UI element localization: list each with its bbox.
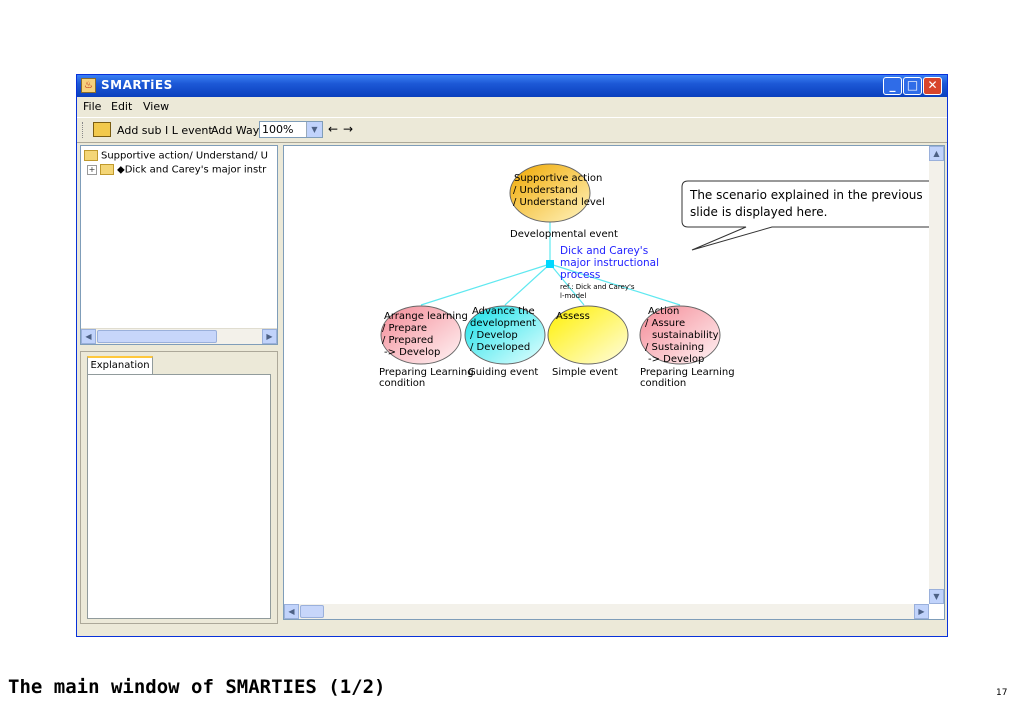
node-top-text: Supportive action / Understand / Underst… [513, 173, 606, 208]
toolbar: Add sub I L event Add Way 100% ▼ ← → [77, 117, 947, 143]
scroll-right-icon[interactable]: ▶ [914, 604, 929, 619]
scroll-down-icon[interactable]: ▼ [929, 589, 944, 604]
folder-icon [84, 150, 98, 161]
explanation-area[interactable] [87, 374, 271, 619]
tree-item-root[interactable]: Supportive action/ Understand/ U [84, 150, 268, 162]
link-hub-child1 [420, 263, 551, 306]
window-title: SMARTiES [101, 78, 173, 92]
hub-label: Dick and Carey's major instructional pro… [560, 245, 662, 281]
explanation-panel: Explanation [80, 351, 278, 624]
node-action-assure-caption: Preparing Learning condition [640, 367, 738, 389]
menu-edit[interactable]: Edit [111, 100, 132, 113]
toolbar-grip[interactable] [82, 122, 85, 138]
minimize-button[interactable]: _ [883, 77, 902, 95]
canvas-vertical-scrollbar[interactable]: ▲ ▼ [929, 146, 944, 604]
chevron-down-icon[interactable]: ▼ [306, 122, 322, 137]
tab-explanation[interactable]: Explanation [87, 356, 153, 374]
tree-item-child[interactable]: + ◆Dick and Carey's major instr [87, 164, 266, 176]
slide-caption: The main window of SMARTIES (1/2) [8, 676, 386, 698]
menu-file[interactable]: File [83, 100, 101, 113]
page-number: 17 [996, 688, 1008, 698]
scroll-thumb[interactable] [97, 330, 217, 343]
node-assess-text: Assess [556, 311, 590, 322]
menu-view[interactable]: View [143, 100, 169, 113]
add-sub-event-button[interactable]: Add sub I L event [117, 124, 213, 137]
zoom-value: 100% [262, 123, 294, 136]
add-way-button[interactable]: Add Way [211, 124, 259, 137]
node-top-caption: Developmental event [510, 229, 618, 240]
scenario-canvas[interactable]: Supportive action / Understand / Underst… [283, 145, 945, 620]
title-bar[interactable]: ♨ SMARTiES _ □ ✕ [77, 75, 947, 97]
open-folder-icon[interactable] [93, 122, 111, 137]
expand-icon[interactable]: + [87, 164, 97, 175]
node-arrange-learning-caption: Preparing Learning condition [379, 367, 477, 389]
maximize-button[interactable]: □ [903, 77, 922, 95]
status-bar [77, 624, 947, 636]
tree-horizontal-scrollbar[interactable]: ◀ ▶ [81, 328, 277, 344]
node-assess-caption: Simple event [552, 367, 618, 378]
scroll-left-icon[interactable]: ◀ [81, 329, 96, 344]
menu-bar: File Edit View [77, 97, 947, 116]
hub-node[interactable] [546, 260, 554, 268]
tree-child-label: ◆Dick and Carey's major instr [117, 164, 267, 176]
smarties-window: ♨ SMARTiES _ □ ✕ File Edit View Add sub … [76, 74, 948, 637]
scroll-right-icon[interactable]: ▶ [262, 329, 277, 344]
canvas-horizontal-scrollbar[interactable]: ◀ ▶ [284, 604, 929, 619]
link-hub-child2 [504, 263, 551, 306]
close-button[interactable]: ✕ [923, 77, 942, 95]
scroll-thumb[interactable] [300, 605, 324, 618]
node-advance-development-caption: Guiding event [468, 367, 538, 378]
java-app-icon: ♨ [81, 78, 96, 93]
zoom-select[interactable]: 100% ▼ [259, 121, 323, 138]
scenario-tree: Supportive action/ Understand/ U + ◆Dick … [80, 145, 278, 345]
tree-root-label: Supportive action/ Understand/ U [101, 150, 268, 162]
forward-arrow-button[interactable]: → [343, 122, 353, 136]
folder-icon [100, 164, 114, 175]
scroll-up-icon[interactable]: ▲ [929, 146, 944, 161]
scroll-left-icon[interactable]: ◀ [284, 604, 299, 619]
hub-reference: ref.: Dick and Carey's l-model [560, 283, 637, 300]
back-arrow-button[interactable]: ← [328, 122, 338, 136]
scenario-graph: Supportive action / Understand / Underst… [379, 163, 944, 389]
